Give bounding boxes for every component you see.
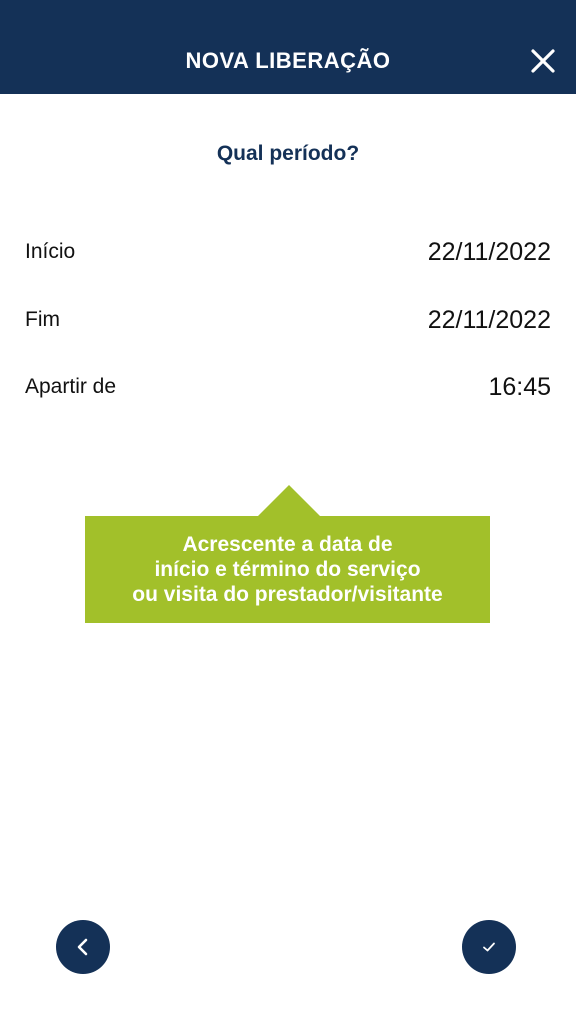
start-time-row[interactable]: Apartir de 16:45 [25, 367, 551, 407]
tooltip-arrow [257, 485, 321, 517]
start-date-row[interactable]: Início 22/11/2022 [25, 232, 551, 272]
start-date-value[interactable]: 22/11/2022 [428, 238, 551, 267]
end-date-label: Fim [25, 308, 60, 331]
chevron-left-icon [77, 938, 88, 956]
end-date-row[interactable]: Fim 22/11/2022 [25, 300, 551, 340]
close-button[interactable] [524, 42, 562, 80]
close-icon [531, 49, 555, 73]
period-question: Qual período? [216, 142, 360, 165]
start-time-label: Apartir de [25, 375, 117, 398]
confirm-button[interactable] [462, 920, 516, 974]
start-time-value[interactable]: 16:45 [488, 373, 551, 402]
end-date-value[interactable]: 22/11/2022 [428, 306, 551, 335]
page: NOVA LIBERAÇÃO Qual período? Início 22/1… [0, 0, 576, 1024]
tooltip-line-1: Acrescente a data de [182, 533, 393, 556]
tooltip-line-2: início e término do serviço [154, 558, 421, 581]
tooltip-line-3: ou visita do prestador/visitante [132, 583, 443, 606]
tooltip-box: Acrescente a data de início e término do… [85, 516, 490, 623]
start-date-label: Início [25, 240, 76, 263]
header-bar: NOVA LIBERAÇÃO [0, 0, 576, 94]
page-title: NOVA LIBERAÇÃO [185, 48, 391, 73]
back-button[interactable] [56, 920, 110, 974]
check-icon [483, 942, 495, 952]
